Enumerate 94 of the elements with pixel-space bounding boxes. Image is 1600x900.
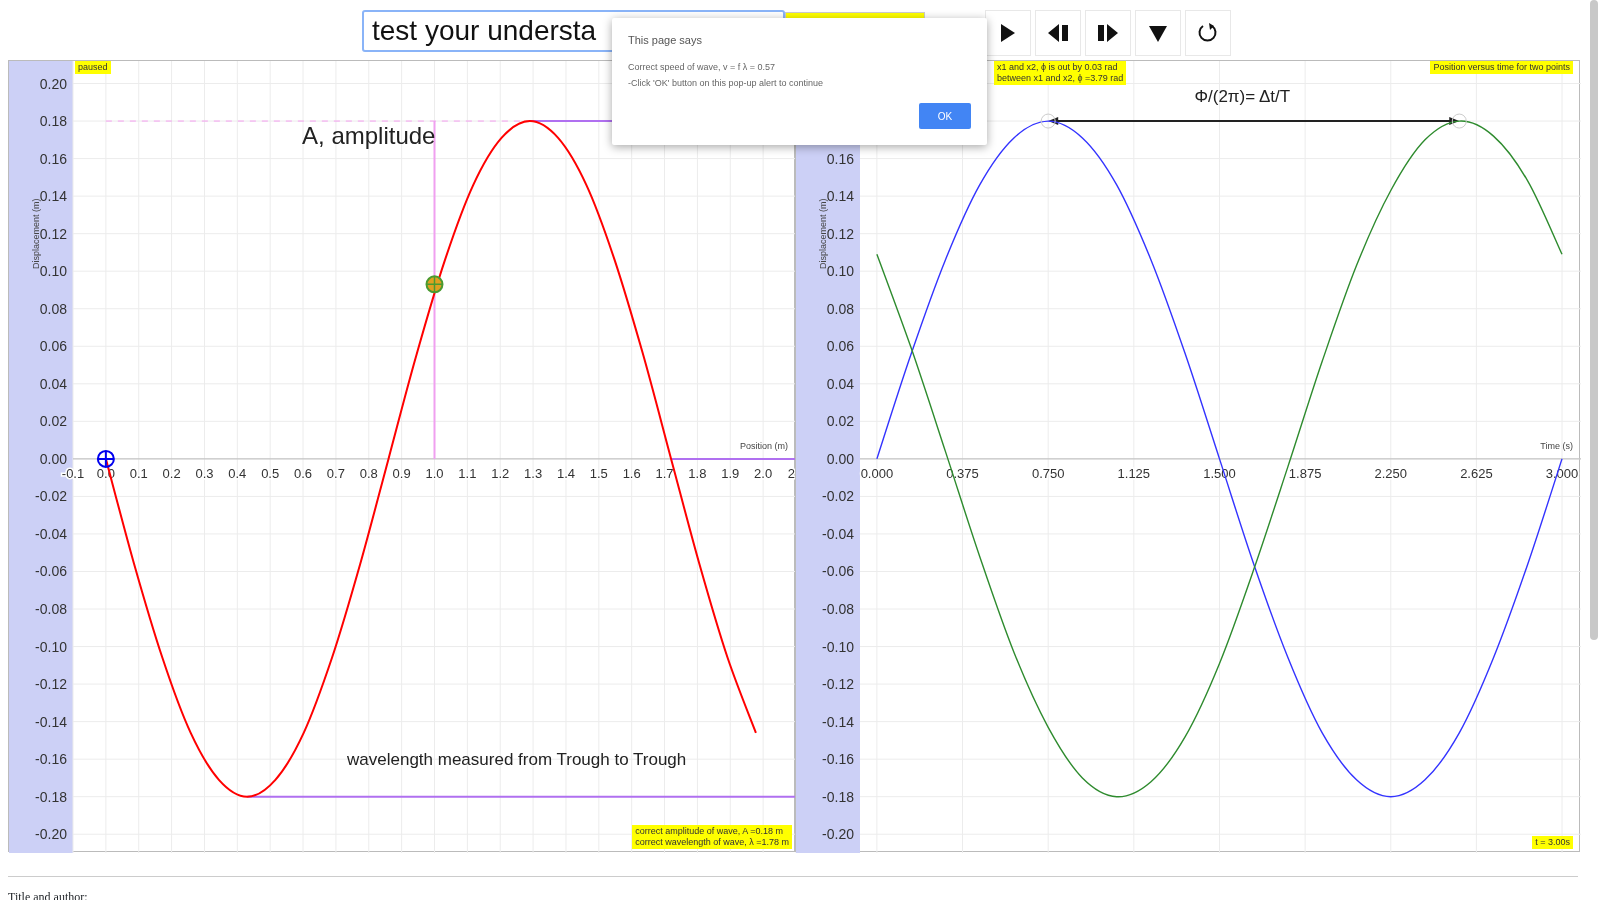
tick-label: 0.10 [826,263,854,280]
tick-label: 0.06 [826,338,854,355]
tick-label: 0.750 [1031,465,1065,481]
tick-label: 1.4 [556,465,575,481]
annotation-label: A, amplitude [302,121,436,149]
tick-label: -0.20 [35,826,67,843]
dropdown-button[interactable] [1135,10,1181,56]
tick-label: 2 [787,465,795,481]
tick-label: -0.02 [822,488,854,505]
peak-marker [1451,113,1467,129]
status-label: paused [75,61,111,74]
point-marker [96,449,115,468]
step-back-button[interactable] [1035,10,1081,56]
tick-label: 0.04 [39,375,67,392]
tick-label: 1.125 [1117,465,1151,481]
tick-label: -0.12 [35,676,67,693]
tick-label: -0.02 [35,488,67,505]
tick-label: 0.5 [261,465,280,481]
tick-label: -0.10 [822,638,854,655]
tick-label: 1.5 [589,465,608,481]
dialog-message: Correct speed of wave, v = f λ = 0.57 [628,60,777,74]
tick-label: 1.2 [491,465,510,481]
tick-label: -0.06 [35,563,67,580]
tick-label: 0.20 [39,75,67,92]
tick-label: 2.0 [754,465,773,481]
tick-label: 2.250 [1374,465,1408,481]
tick-label: 0.4 [228,465,247,481]
tick-label: 0.12 [39,225,67,242]
tick-label: 0.3 [195,465,214,481]
tick-label: 0.06 [39,338,67,355]
tick-label: 0.02 [39,413,67,430]
tick-label: -0.04 [822,525,854,542]
tick-label: 0.04 [826,375,854,392]
tick-label: -0.08 [822,601,854,617]
annotation-label: wavelength measured from Trough to Trough [347,749,687,769]
play-button[interactable] [985,10,1031,56]
tick-label: 0.2 [162,465,181,481]
axis-title: Displacement (m) [31,198,41,269]
tick-label: -0.06 [822,563,854,580]
tick-label: 0.10 [39,263,67,280]
tick-label: -0.14 [35,713,67,730]
tick-label: -0.04 [35,525,67,542]
tick-label: -0.16 [35,751,67,768]
tick-label: 0.000 [860,465,894,481]
info-label: correct amplitude of wave, A =0.18 m correct wavelength of wave, λ =1.78 m [632,825,792,849]
tick-label: 0.6 [294,465,313,481]
tick-label: -0.10 [35,638,67,655]
tick-label: -0.08 [35,601,67,617]
tick-label: 1.3 [524,465,543,481]
tick-label: 0.9 [392,465,411,481]
tick-label: 1.9 [721,465,740,481]
tick-label: -0.18 [822,788,854,805]
info-label: x1 and x2, ϕ is out by 0.03 rad between x1 and x2, ϕ =3.79 rad [994,61,1127,85]
tick-label: 1.6 [622,465,641,481]
tick-label: 0.00 [826,450,854,467]
tick-label: 1.0 [425,465,444,481]
tick-label: 0.14 [826,188,854,205]
ok-button[interactable]: OK [919,103,971,129]
step-forward-button[interactable] [1085,10,1131,56]
axis-title: Displacement (m) [818,198,828,269]
tick-label: -0.20 [822,826,854,843]
tick-label: 0.1 [129,465,148,481]
tick-label: 1.7 [655,465,674,481]
tick-label: -0.16 [822,751,854,768]
tick-label: -0.1 [61,465,85,481]
chart-title: Position versus time for two points [1430,61,1573,74]
tick-label: 0.16 [39,150,67,167]
tick-label: 0.8 [359,465,378,481]
scrollbar[interactable] [1590,0,1598,640]
point-marker [425,275,444,294]
tick-label: -0.18 [35,788,67,805]
tick-label: 0.16 [826,150,854,167]
tick-label: 1.1 [458,465,477,481]
tick-label: 0.08 [39,300,67,317]
dialog-message: -Click 'OK' button on this pop-up alert to continue [628,76,825,90]
tick-label: -0.12 [822,676,854,693]
tick-label: 1.8 [688,465,707,481]
reset-button[interactable] [1185,10,1231,56]
tick-label: 0.08 [826,300,854,317]
tick-label: 0.12 [826,225,854,242]
axis-title: Position (m) [740,440,788,451]
peak-marker [1040,113,1056,129]
axis-title: Time (s) [1540,440,1573,451]
tick-label: 0.7 [326,465,345,481]
tick-label: 0.18 [39,113,67,130]
tick-label: 0.14 [39,188,67,205]
time-label: t = 3.00s [1532,836,1573,849]
tick-label: -0.14 [822,713,854,730]
annotation-label: Φ/(2π)= Δt/T [1194,87,1291,107]
dialog-title: This page says [628,33,703,48]
tick-label: 2.625 [1460,465,1493,481]
tick-label: 0.00 [39,450,67,467]
tick-label: 1.875 [1288,465,1322,481]
tick-label: 0.02 [826,413,854,430]
